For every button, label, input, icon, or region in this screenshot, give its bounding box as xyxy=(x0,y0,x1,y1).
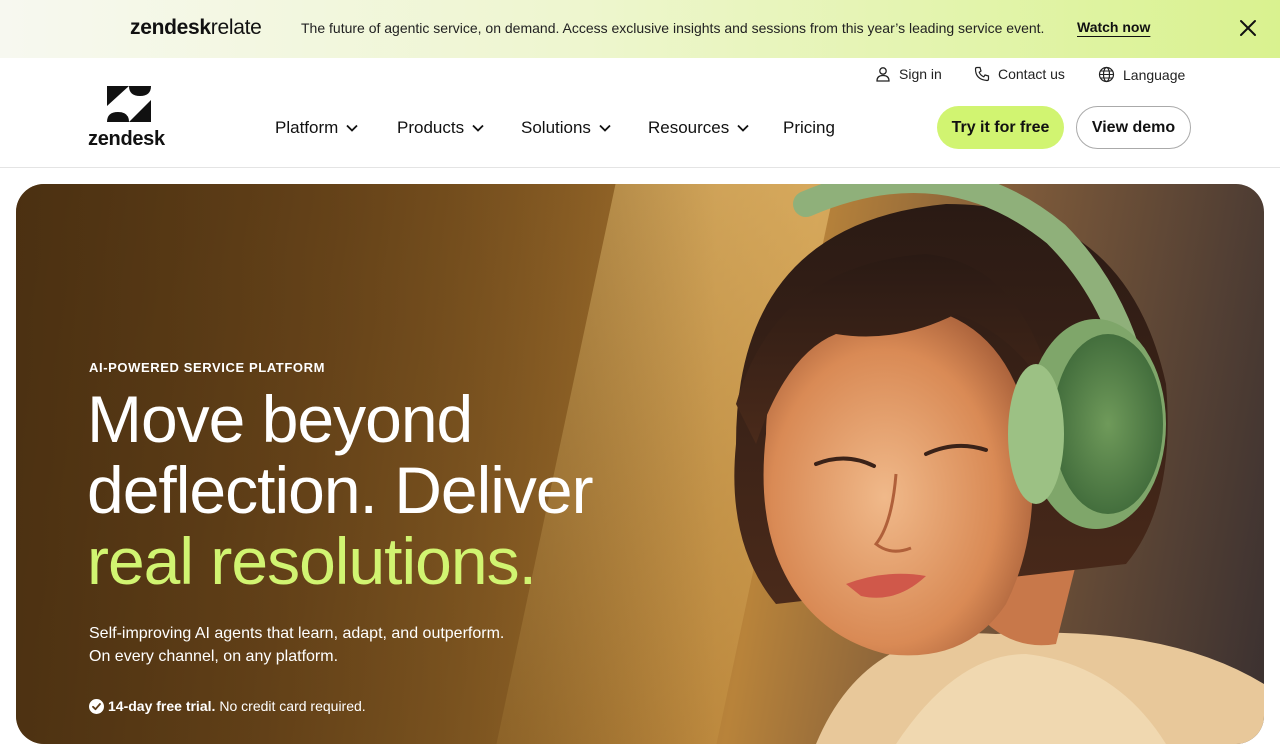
view-demo-button[interactable]: View demo xyxy=(1076,106,1191,149)
contact-us-label: Contact us xyxy=(998,66,1065,82)
nav-solutions-label: Solutions xyxy=(521,118,591,137)
nav-products-label: Products xyxy=(397,118,465,137)
hero-subtitle: Self-improving AI agents that learn, ada… xyxy=(89,622,589,668)
hero-eyebrow: AI-POWERED SERVICE PLATFORM xyxy=(89,360,326,375)
banner-message: The future of agentic service, on demand… xyxy=(301,20,1045,36)
free-trial-rest: No credit card required. xyxy=(219,698,366,714)
nav-pricing[interactable]: Pricing xyxy=(783,118,835,138)
nav-solutions[interactable]: Solutions xyxy=(521,118,611,138)
language-label: Language xyxy=(1123,66,1186,83)
zendesk-wordmark: zendesk xyxy=(88,128,165,150)
chevron-down-icon xyxy=(472,124,484,132)
relate-logo-brand: zendesk xyxy=(130,16,211,39)
nav-resources-label: Resources xyxy=(648,118,730,137)
nav-pricing-label: Pricing xyxy=(783,118,835,137)
sign-in-label: Sign in xyxy=(899,66,942,82)
hero-headline-line1: Move beyond xyxy=(87,382,473,456)
hero-section: AI-POWERED SERVICE PLATFORM Move beyond … xyxy=(16,184,1264,744)
globe-icon xyxy=(1098,66,1115,83)
relate-logo-suffix: relate xyxy=(210,16,262,39)
hero-headline: Move beyond deflection. Deliver real res… xyxy=(87,384,707,597)
hero-headline-accent: real resolutions. xyxy=(87,524,537,598)
contact-us-link[interactable]: Contact us xyxy=(974,66,1065,82)
chevron-down-icon xyxy=(346,124,358,132)
nav-platform[interactable]: Platform xyxy=(275,118,358,138)
language-selector[interactable]: Language xyxy=(1098,66,1185,83)
hero-subtitle-line2: On every channel, on any platform. xyxy=(89,648,339,665)
free-trial-bold: 14-day free trial. xyxy=(108,698,216,714)
check-circle-icon xyxy=(89,698,104,714)
free-trial-note: 14-day free trial. No credit card requir… xyxy=(89,698,366,714)
hero-subtitle-line1: Self-improving AI agents that learn, ada… xyxy=(89,625,505,642)
close-icon[interactable] xyxy=(1237,17,1259,39)
nav-platform-label: Platform xyxy=(275,118,339,137)
site-header: zendesk Sign in Contact us Language Plat… xyxy=(0,58,1280,168)
nav-resources[interactable]: Resources xyxy=(648,118,749,138)
zendesk-logo[interactable]: zendesk xyxy=(88,86,176,152)
hero-portrait-image xyxy=(734,184,1264,744)
announcement-banner: zendeskrelate The future of agentic serv… xyxy=(0,0,1280,58)
hero-headline-line2: deflection. Deliver xyxy=(87,453,594,527)
chevron-down-icon xyxy=(599,124,611,132)
watch-now-link[interactable]: Watch now xyxy=(1077,19,1150,35)
chevron-down-icon xyxy=(737,124,749,132)
sign-in-link[interactable]: Sign in xyxy=(875,66,942,82)
phone-icon xyxy=(974,66,990,82)
zendesk-logo-icon xyxy=(107,86,151,122)
try-free-button[interactable]: Try it for free xyxy=(937,106,1064,149)
user-icon xyxy=(876,67,890,82)
relate-logo: zendeskrelate xyxy=(130,16,262,40)
nav-products[interactable]: Products xyxy=(397,118,484,138)
